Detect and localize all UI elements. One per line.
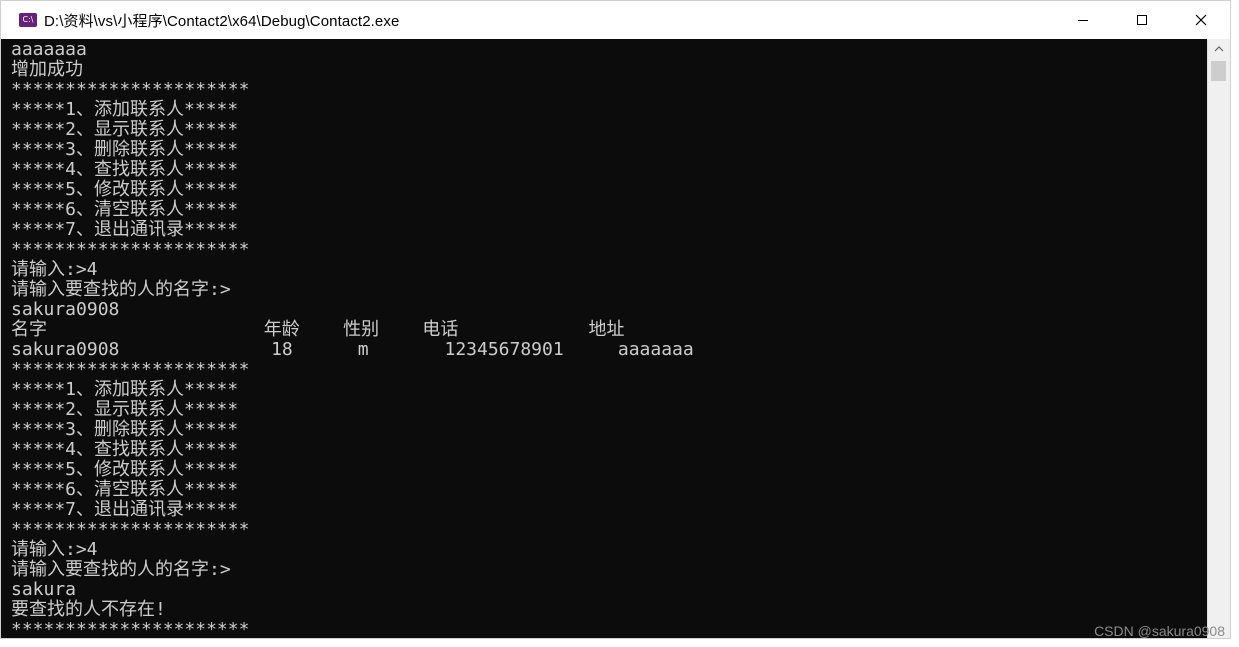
console-line: 请输入:>4 bbox=[11, 539, 98, 560]
console-window: C:\ D:\资料\vs\小程序\Contact2\x64\Debug\Cont… bbox=[0, 0, 1231, 639]
console-line: ********************** bbox=[11, 359, 250, 380]
console-line: *****5、修改联系人***** bbox=[11, 179, 239, 200]
console-line: *****3、删除联系人***** bbox=[11, 419, 239, 440]
console-text: aaaaaaa 增加成功 ********************** ****… bbox=[11, 40, 694, 639]
console-line: *****2、显示联系人***** bbox=[11, 119, 239, 140]
ide-editor-edge bbox=[1231, 0, 1239, 647]
scroll-thumb[interactable] bbox=[1211, 61, 1226, 81]
console-line: ********************** bbox=[11, 519, 250, 540]
window-controls bbox=[1053, 1, 1230, 39]
close-button[interactable] bbox=[1171, 1, 1230, 39]
console-line: sakura0908 18 m 12345678901 aaaaaaa bbox=[11, 339, 694, 360]
ide-bottom-edge bbox=[0, 639, 1239, 647]
console-line: 名字 年龄 性别 电话 地址 bbox=[11, 319, 625, 340]
title-bar: C:\ D:\资料\vs\小程序\Contact2\x64\Debug\Cont… bbox=[1, 1, 1230, 39]
console-line: *****5、修改联系人***** bbox=[11, 459, 239, 480]
chevron-up-icon bbox=[1214, 46, 1224, 52]
console-line: *****1、添加联系人***** bbox=[11, 379, 239, 400]
console-line: 请输入:>4 bbox=[11, 259, 98, 280]
console-line: *****7、退出通讯录***** bbox=[11, 219, 239, 240]
console-line: *****7、退出通讯录***** bbox=[11, 499, 239, 520]
console-line: sakura0908 bbox=[11, 299, 120, 320]
console-line: *****6、清空联系人***** bbox=[11, 199, 239, 220]
scroll-up-button[interactable] bbox=[1208, 39, 1230, 59]
maximize-button[interactable] bbox=[1112, 1, 1171, 39]
console-line: *****3、删除联系人***** bbox=[11, 139, 239, 160]
console-line: 请输入要查找的人的名字:> bbox=[11, 279, 231, 300]
app-icon: C:\ bbox=[19, 13, 37, 27]
csdn-watermark: CSDN @sakura0908 bbox=[1094, 623, 1225, 639]
console-line: *****1、添加联系人***** bbox=[11, 99, 239, 120]
console-line: sakura bbox=[11, 579, 77, 600]
vertical-scrollbar[interactable] bbox=[1207, 39, 1230, 638]
close-icon bbox=[1195, 14, 1206, 26]
console-line: aaaaaaa bbox=[11, 39, 87, 60]
console-output-area[interactable]: aaaaaaa 增加成功 ********************** ****… bbox=[1, 39, 1209, 639]
console-line: ********************** bbox=[11, 239, 250, 260]
console-line: *****6、清空联系人***** bbox=[11, 479, 239, 500]
console-line: ********************** bbox=[11, 619, 250, 639]
console-line: 增加成功 bbox=[11, 59, 83, 80]
console-line: *****4、查找联系人***** bbox=[11, 439, 239, 460]
minimize-icon bbox=[1077, 20, 1088, 21]
minimize-button[interactable] bbox=[1053, 1, 1112, 39]
maximize-icon bbox=[1136, 15, 1147, 25]
window-title: D:\资料\vs\小程序\Contact2\x64\Debug\Contact2… bbox=[44, 12, 400, 30]
console-line: *****2、显示联系人***** bbox=[11, 399, 239, 420]
console-line: ********************** bbox=[11, 79, 250, 100]
console-line: *****4、查找联系人***** bbox=[11, 159, 239, 180]
console-line: 请输入要查找的人的名字:> bbox=[11, 559, 231, 580]
console-line: 要查找的人不存在! bbox=[11, 599, 166, 620]
